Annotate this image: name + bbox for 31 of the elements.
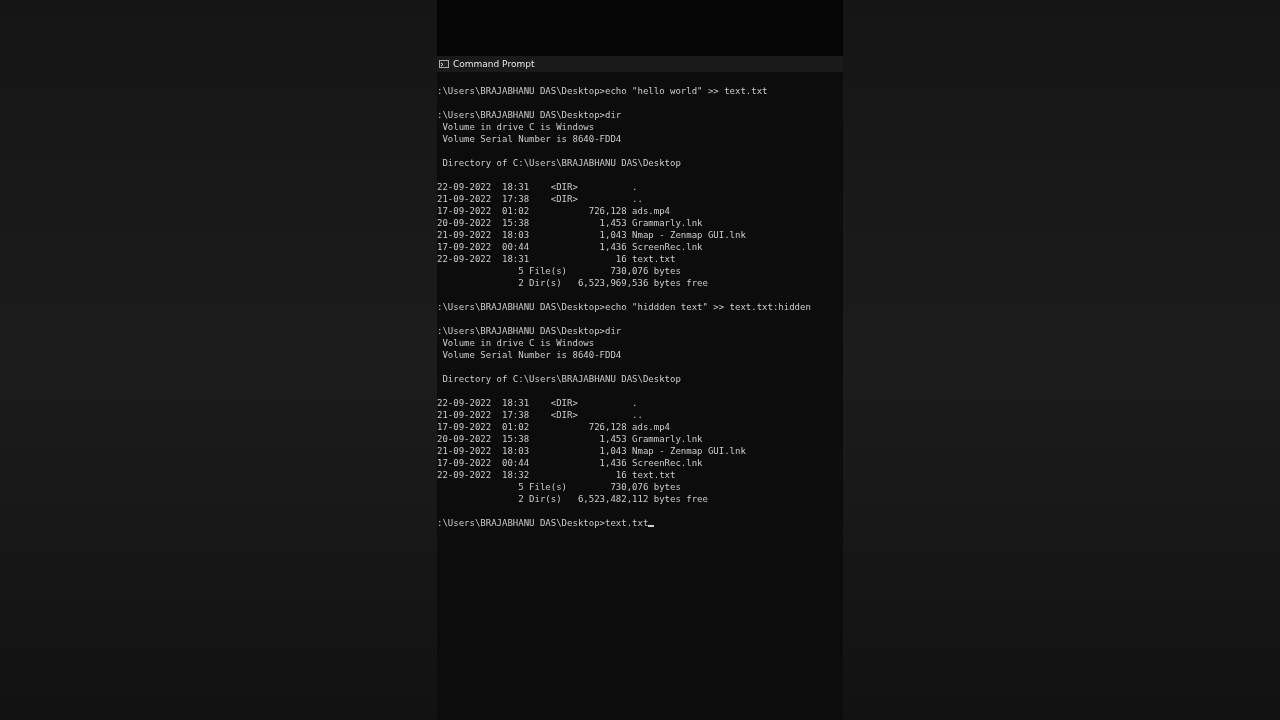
console-line: 21-09-2022 17:38 <DIR> .. bbox=[437, 409, 643, 421]
text-cursor bbox=[648, 525, 655, 527]
console-line: 2 Dir(s) 6,523,482,112 bytes free bbox=[517, 493, 708, 505]
console-line: :\Users\BRAJABHANU DAS\Desktop>text.txt bbox=[437, 517, 649, 529]
console-line: 17-09-2022 00:44 1,436 ScreenRec.lnk bbox=[437, 241, 703, 253]
console-line: 17-09-2022 01:02 726,128 ads.mp4 bbox=[437, 205, 670, 217]
console-line: Volume in drive C is Windows bbox=[441, 121, 595, 133]
console-line: 5 File(s) 730,076 bytes bbox=[517, 265, 681, 277]
console-line: 20-09-2022 15:38 1,453 Grammarly.lnk bbox=[437, 217, 703, 229]
console-line: 22-09-2022 18:31 <DIR> . bbox=[437, 397, 638, 409]
console-line: 5 File(s) 730,076 bytes bbox=[517, 481, 681, 493]
console-line: 21-09-2022 18:03 1,043 Nmap - Zenmap GUI.lnk bbox=[437, 229, 746, 241]
console-line: Volume Serial Number is 8640-FDD4 bbox=[441, 133, 622, 145]
console-line: 2 Dir(s) 6,523,969,536 bytes free bbox=[517, 277, 708, 289]
console-line: Volume in drive C is Windows bbox=[441, 337, 595, 349]
console-line: 22-09-2022 18:31 <DIR> . bbox=[437, 181, 638, 193]
console-line: 21-09-2022 18:03 1,043 Nmap - Zenmap GUI.lnk bbox=[437, 445, 746, 457]
console-line: 21-09-2022 17:38 <DIR> .. bbox=[437, 193, 643, 205]
console-line: :\Users\BRAJABHANU DAS\Desktop>echo "hiddden text" >> text.txt:hidden bbox=[437, 301, 811, 313]
console-line: Directory of C:\Users\BRAJABHANU DAS\Desktop bbox=[441, 373, 681, 385]
console-line: :\Users\BRAJABHANU DAS\Desktop>dir bbox=[437, 325, 622, 337]
window-title: Command Prompt bbox=[453, 59, 535, 69]
console-line: :\Users\BRAJABHANU DAS\Desktop>dir bbox=[437, 109, 622, 121]
console-line: 17-09-2022 01:02 726,128 ads.mp4 bbox=[437, 421, 670, 433]
console-line: Volume Serial Number is 8640-FDD4 bbox=[441, 349, 622, 361]
console-line: Directory of C:\Users\BRAJABHANU DAS\Desktop bbox=[441, 157, 681, 169]
console-line: 20-09-2022 15:38 1,453 Grammarly.lnk bbox=[437, 433, 703, 445]
console-line: :\Users\BRAJABHANU DAS\Desktop>echo "hello world" >> text.txt bbox=[437, 85, 768, 97]
console-line: 22-09-2022 18:32 16 text.txt bbox=[437, 469, 676, 481]
console-line: 22-09-2022 18:31 16 text.txt bbox=[437, 253, 676, 265]
console-line: 17-09-2022 00:44 1,436 ScreenRec.lnk bbox=[437, 457, 703, 469]
